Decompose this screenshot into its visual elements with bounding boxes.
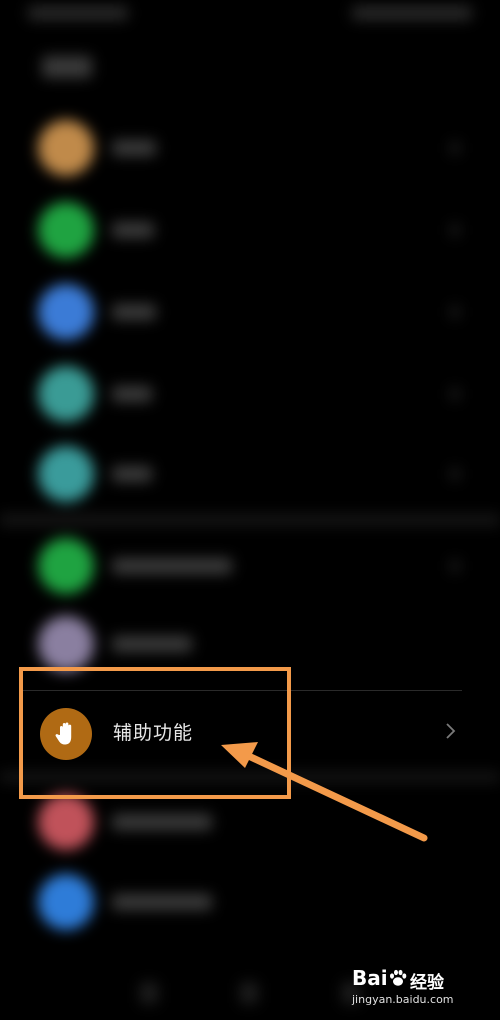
settings-row[interactable]	[0, 108, 500, 188]
settings-row-icon	[38, 616, 94, 672]
status-icons	[352, 6, 472, 20]
settings-row[interactable]	[0, 272, 500, 352]
settings-row-icon	[38, 538, 94, 594]
chevron-right-icon	[450, 560, 460, 572]
settings-screen: 辅助功能 Bai 经验 jingyan.baidu.com	[0, 0, 500, 1020]
settings-row[interactable]	[0, 434, 500, 514]
settings-row-label	[112, 814, 212, 830]
settings-row-label	[112, 466, 152, 482]
settings-row-label	[112, 140, 156, 156]
watermark-url: jingyan.baidu.com	[352, 993, 454, 1006]
settings-row-label	[112, 636, 192, 652]
nav-home-button[interactable]	[240, 982, 258, 1004]
chevron-right-icon	[450, 468, 460, 480]
section-header	[42, 56, 92, 78]
settings-row-icon	[38, 120, 94, 176]
settings-row-icon	[38, 446, 94, 502]
settings-row[interactable]	[0, 526, 500, 606]
settings-row-label	[112, 304, 156, 320]
status-bar	[0, 0, 500, 30]
section-divider	[0, 514, 500, 526]
paw-icon	[390, 969, 407, 986]
blurred-settings-list	[0, 0, 500, 1020]
chevron-right-icon	[450, 306, 460, 318]
settings-row-icon	[38, 284, 94, 340]
settings-row[interactable]	[0, 190, 500, 270]
baidu-jingyan-watermark: Bai 经验 jingyan.baidu.com	[352, 966, 474, 1016]
settings-row-label	[112, 558, 232, 574]
annotation-highlight-box	[19, 667, 291, 799]
settings-row[interactable]	[0, 354, 500, 434]
settings-row-icon	[38, 874, 94, 930]
chevron-right-icon	[446, 723, 456, 739]
chevron-right-icon	[450, 224, 460, 236]
settings-row-icon	[38, 366, 94, 422]
settings-row-icon	[38, 794, 94, 850]
settings-row-icon	[38, 202, 94, 258]
chevron-right-icon	[450, 388, 460, 400]
watermark-suffix: 经验	[410, 973, 444, 993]
chevron-right-icon	[450, 142, 460, 154]
watermark-brand: Bai	[352, 966, 388, 990]
settings-row[interactable]	[0, 862, 500, 942]
nav-back-button[interactable]	[140, 982, 158, 1004]
status-time	[28, 6, 128, 20]
settings-row-label	[112, 222, 154, 238]
settings-row-label	[112, 894, 212, 910]
settings-row-label	[112, 386, 152, 402]
